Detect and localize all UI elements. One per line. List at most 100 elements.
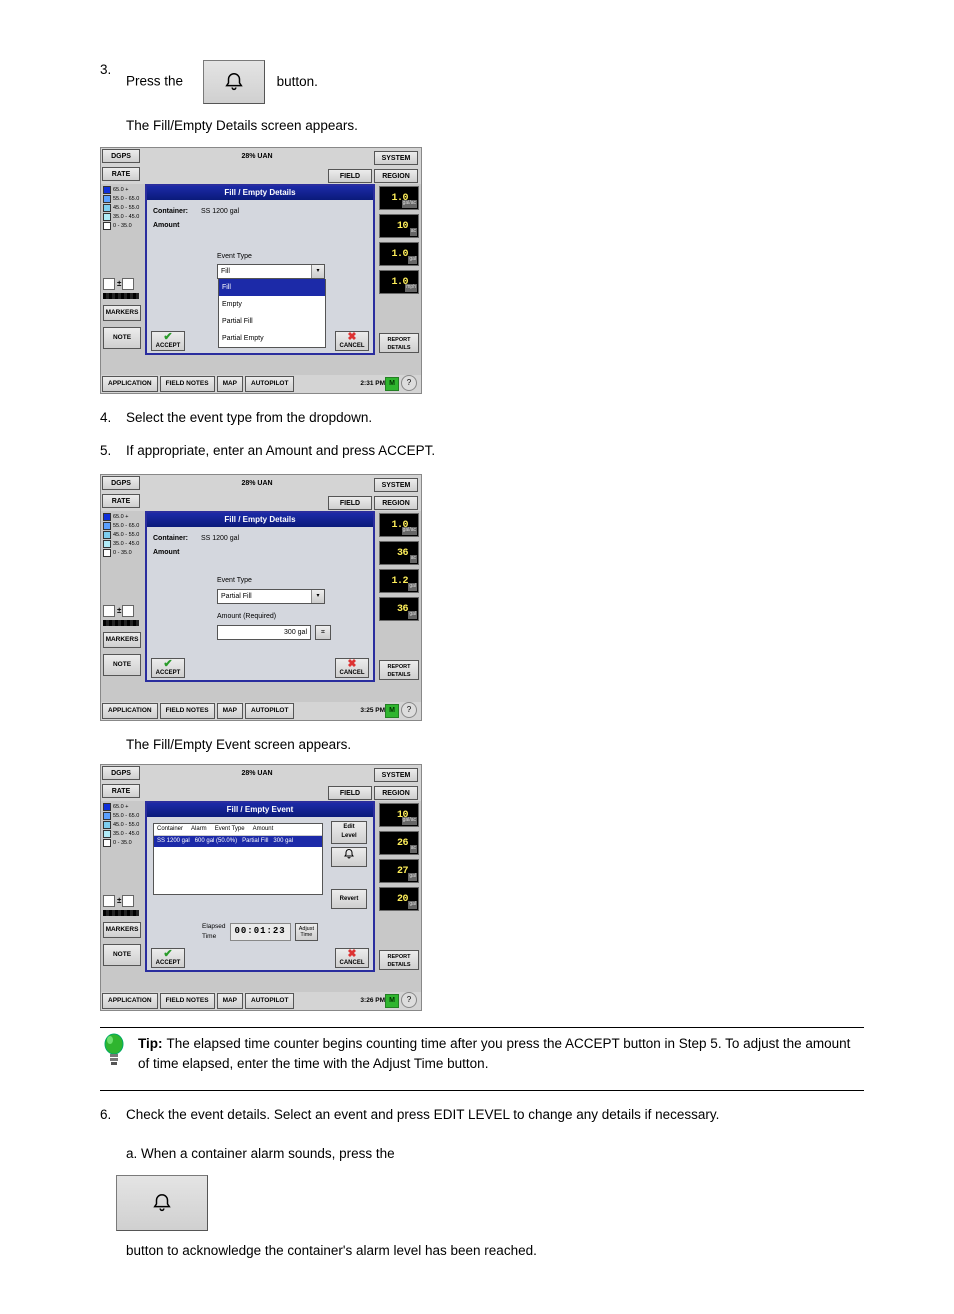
- note-button[interactable]: NOTE: [103, 944, 141, 966]
- section-strip: [103, 910, 139, 916]
- event-table[interactable]: Container Alarm Event Type Amount SS 120…: [153, 823, 323, 895]
- system-button[interactable]: SYSTEM: [374, 151, 418, 165]
- step-5-number: 5.: [100, 441, 126, 462]
- markers-button[interactable]: MARKERS: [103, 305, 141, 321]
- accept-button[interactable]: ✔ACCEPT: [151, 658, 185, 678]
- note-button[interactable]: NOTE: [103, 327, 141, 349]
- clock: 3:26 PM: [360, 994, 385, 1008]
- caption-5: The Fill/Empty Event screen appears.: [126, 735, 864, 756]
- map-tab[interactable]: MAP: [217, 993, 243, 1009]
- option-fill[interactable]: Fill: [219, 279, 325, 296]
- map-tab[interactable]: MAP: [217, 703, 243, 719]
- gauge-panel: 1.0gal/ac 10ac 1.0gal 1.0mph: [379, 186, 419, 298]
- rate-legend: 65.0 + 55.0 - 65.0 45.0 - 55.0 35.0 - 45…: [103, 186, 141, 231]
- event-type-label: Event Type: [217, 252, 367, 263]
- field-button[interactable]: FIELD: [328, 169, 372, 183]
- cancel-button[interactable]: ✖CANCEL: [335, 331, 369, 351]
- step-6: 6. Check the event details. Select an ev…: [100, 1105, 864, 1262]
- amount-required-input[interactable]: 300 gal: [217, 625, 311, 640]
- dgps-button[interactable]: DGPS: [102, 476, 140, 490]
- event-table-row[interactable]: SS 1200 gal 600 gal (50.0%) Partial Fill…: [154, 836, 322, 847]
- application-tab[interactable]: APPLICATION: [102, 993, 158, 1009]
- header-title: 28% UAN: [141, 150, 373, 164]
- help-icon[interactable]: ?: [401, 992, 417, 1008]
- field-notes-tab[interactable]: FIELD NOTES: [160, 376, 215, 392]
- option-partial-empty[interactable]: Partial Empty: [219, 330, 325, 347]
- help-icon[interactable]: ?: [401, 702, 417, 718]
- rate-button[interactable]: RATE: [102, 167, 140, 181]
- zoom-toolstrip[interactable]: ±: [103, 895, 135, 907]
- container-value: SS 1200 gal: [201, 208, 239, 215]
- event-type-select[interactable]: Partial Fill ▾: [217, 589, 325, 604]
- accept-button[interactable]: ✔ACCEPT: [151, 948, 185, 968]
- note-button[interactable]: NOTE: [103, 654, 141, 676]
- accept-button[interactable]: ✔ACCEPT: [151, 331, 185, 351]
- system-button[interactable]: SYSTEM: [374, 768, 418, 782]
- divider: [100, 1090, 864, 1091]
- report-details-button[interactable]: REPORTDETAILS: [379, 333, 419, 353]
- field-notes-tab[interactable]: FIELD NOTES: [160, 993, 215, 1009]
- markers-button[interactable]: MARKERS: [103, 632, 141, 648]
- chevron-down-icon: ▾: [311, 265, 324, 278]
- option-partial-fill[interactable]: Partial Fill: [219, 313, 325, 330]
- cancel-button[interactable]: ✖CANCEL: [335, 658, 369, 678]
- event-table-header: Container Alarm Event Type Amount: [154, 824, 322, 836]
- step-6a-post: button to acknowledge the container's al…: [126, 1243, 537, 1258]
- cancel-button[interactable]: ✖CANCEL: [335, 948, 369, 968]
- autopilot-tab[interactable]: AUTOPILOT: [245, 376, 294, 392]
- edit-level-button[interactable]: EditLevel: [331, 821, 367, 844]
- amount-required-label: Amount (Required): [217, 612, 367, 623]
- zoom-toolstrip[interactable]: ±: [103, 605, 135, 617]
- screenshot-2: DGPS 28% UAN SYSTEM RATE FIELD REGION 65…: [100, 474, 422, 721]
- keypad-icon[interactable]: ⌗: [315, 625, 331, 640]
- region-button[interactable]: REGION: [374, 169, 418, 183]
- application-tab[interactable]: APPLICATION: [102, 703, 158, 719]
- alarm-button[interactable]: [116, 1175, 208, 1231]
- chevron-down-icon: ▾: [311, 590, 324, 603]
- alarm-button[interactable]: [203, 60, 265, 104]
- m-badge: M: [385, 994, 399, 1008]
- fill-empty-details-dialog: Fill / Empty Details Container: SS 1200 …: [145, 511, 375, 682]
- amount-label: Amount: [153, 548, 199, 559]
- screenshot-3: DGPS 28% UAN SYSTEM RATE FIELD REGION 65…: [100, 764, 422, 1011]
- rate-legend: 65.0 + 55.0 - 65.0 45.0 - 55.0 35.0 - 45…: [103, 803, 141, 848]
- step-4-number: 4.: [100, 408, 126, 429]
- step-5: 5. If appropriate, enter an Amount and p…: [100, 441, 864, 462]
- adjust-time-button[interactable]: AdjustTime: [295, 923, 318, 941]
- fill-empty-details-dialog: Fill / Empty Details Container: SS 1200 …: [145, 184, 375, 355]
- revert-button[interactable]: Revert: [331, 889, 367, 909]
- section-strip: [103, 293, 139, 299]
- system-button[interactable]: SYSTEM: [374, 478, 418, 492]
- section-strip: [103, 620, 139, 626]
- markers-button[interactable]: MARKERS: [103, 922, 141, 938]
- m-badge: M: [385, 704, 399, 718]
- m-badge: M: [385, 377, 399, 391]
- screenshot-1: DGPS 28% UAN SYSTEM RATE FIELD REGION 65…: [100, 147, 422, 394]
- region-button[interactable]: REGION: [374, 496, 418, 510]
- dgps-button[interactable]: DGPS: [102, 766, 140, 780]
- help-icon[interactable]: ?: [401, 375, 417, 391]
- report-details-button[interactable]: REPORTDETAILS: [379, 950, 419, 970]
- application-tab[interactable]: APPLICATION: [102, 376, 158, 392]
- event-type-select[interactable]: Fill ▾ Fill Empty Partial Fill Partial E…: [217, 264, 325, 279]
- autopilot-tab[interactable]: AUTOPILOT: [245, 993, 294, 1009]
- step-5-text: If appropriate, enter an Amount and pres…: [126, 441, 864, 462]
- field-button[interactable]: FIELD: [328, 496, 372, 510]
- zoom-toolstrip[interactable]: ±: [103, 278, 135, 290]
- alarm-ack-button[interactable]: [331, 847, 367, 867]
- rate-button[interactable]: RATE: [102, 784, 140, 798]
- tip-block: Tip:The elapsed time counter begins coun…: [100, 1034, 864, 1075]
- dgps-button[interactable]: DGPS: [102, 149, 140, 163]
- bell-icon: [343, 848, 355, 860]
- event-type-dropdown[interactable]: Fill Empty Partial Fill Partial Empty: [218, 279, 326, 348]
- map-tab[interactable]: MAP: [217, 376, 243, 392]
- option-empty[interactable]: Empty: [219, 296, 325, 313]
- elapsed-time: Elapsed Time 00:01:23 AdjustTime: [202, 922, 318, 942]
- region-button[interactable]: REGION: [374, 786, 418, 800]
- rate-button[interactable]: RATE: [102, 494, 140, 508]
- tip-text: The elapsed time counter begins counting…: [138, 1036, 850, 1071]
- field-notes-tab[interactable]: FIELD NOTES: [160, 703, 215, 719]
- autopilot-tab[interactable]: AUTOPILOT: [245, 703, 294, 719]
- report-details-button[interactable]: REPORTDETAILS: [379, 660, 419, 680]
- field-button[interactable]: FIELD: [328, 786, 372, 800]
